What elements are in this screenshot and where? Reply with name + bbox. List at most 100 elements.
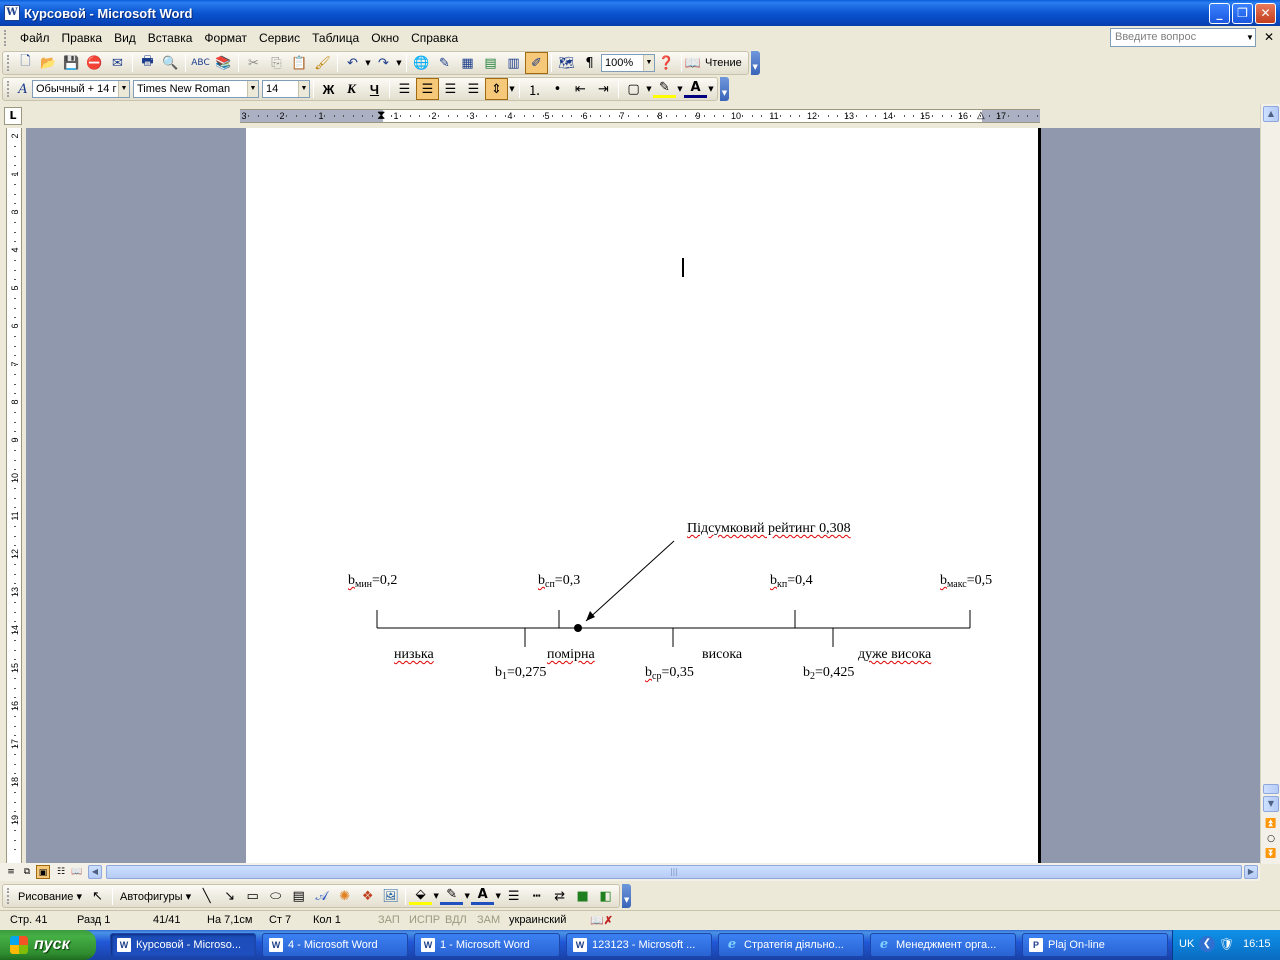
bold-button[interactable]: Ж <box>317 78 340 100</box>
highlight-icon[interactable]: ✎ <box>653 80 676 98</box>
taskbar-task[interactable]: e Менеджмент орга... <box>870 933 1016 957</box>
insert-table-icon[interactable]: ▦ <box>456 52 479 74</box>
align-right-icon[interactable]: ☰ <box>439 78 462 100</box>
font-size-dropdown-icon[interactable]: ▼ <box>298 81 309 97</box>
reading-button[interactable]: Чтение <box>701 57 746 69</box>
previous-page-icon[interactable]: ⏫ <box>1265 818 1277 830</box>
bullets-icon[interactable]: • <box>546 78 569 100</box>
zoom-dropdown-icon[interactable]: ▼ <box>643 55 654 71</box>
vertical-scrollbar[interactable]: ▲ ▼ ⏫ ○ ⏬ <box>1260 104 1280 864</box>
line-spacing-dropdown-icon[interactable]: ▼ <box>508 85 516 93</box>
decrease-indent-icon[interactable]: ⇤ <box>569 78 592 100</box>
status-extend[interactable]: ВДЛ <box>445 914 467 926</box>
status-record-macro[interactable]: ЗАП <box>378 914 400 926</box>
taskbar-task[interactable]: W 1 - Microsoft Word <box>414 933 560 957</box>
spelling-icon[interactable]: ABC <box>189 52 212 74</box>
line-color-dropdown-icon[interactable]: ▼ <box>463 892 471 900</box>
toolbar-grip[interactable] <box>7 888 11 904</box>
status-overtype[interactable]: ЗАМ <box>477 914 500 926</box>
tables-borders-icon[interactable]: ✎ <box>433 52 456 74</box>
tray-expand-icon[interactable]: ❮ <box>1199 936 1215 952</box>
ask-question-input[interactable]: Введите вопрос <box>1110 28 1256 47</box>
show-hide-icon[interactable]: ¶ <box>578 52 601 74</box>
horizontal-ruler[interactable]: 3 2 1 1 2 3 4 5 6 7 8 9 10 11 12 13 14 15 16 17 ⧗ △ <box>240 108 1040 123</box>
scroll-right-icon[interactable]: ▶ <box>1244 865 1258 879</box>
line-icon[interactable]: ╲ <box>195 885 218 907</box>
drawing-font-color-icon[interactable]: A <box>471 887 495 905</box>
paste-icon[interactable]: 📋 <box>288 52 311 74</box>
research-icon[interactable]: 📚 <box>212 52 235 74</box>
undo-icon[interactable]: ↶ <box>341 52 364 74</box>
copy-icon[interactable]: ⎘ <box>265 52 288 74</box>
document-close-icon[interactable]: ✕ <box>1262 30 1276 44</box>
permission-icon[interactable]: ⛔ <box>83 52 106 74</box>
scroll-down-icon[interactable]: ▼ <box>1263 796 1279 812</box>
toolbar-grip[interactable] <box>7 81 11 97</box>
taskbar-task[interactable]: W Курсовой - Microso... <box>110 933 256 957</box>
menu-grip[interactable] <box>4 30 8 46</box>
font-dropdown-icon[interactable]: ▼ <box>247 81 258 97</box>
font-color-dropdown-icon[interactable]: ▼ <box>707 85 715 93</box>
scroll-up-icon[interactable]: ▲ <box>1263 106 1279 122</box>
italic-button[interactable]: К <box>340 78 363 100</box>
outline-view-icon[interactable]: ☷ <box>54 865 68 879</box>
title-bar[interactable]: W Курсовой - Microsoft Word _ ❐ ✕ <box>0 0 1280 26</box>
line-spacing-icon[interactable]: ⇕ <box>485 78 508 100</box>
open-icon[interactable]: 📂 <box>37 52 60 74</box>
zoom-select[interactable]: 100% ▼ <box>601 54 655 72</box>
style-select[interactable]: Обычный + 14 г ▼ <box>32 80 130 98</box>
drawing-font-color-dropdown-icon[interactable]: ▼ <box>494 892 502 900</box>
ask-dropdown-arrow-icon[interactable]: ▼ <box>1244 29 1256 46</box>
font-size-select[interactable]: 14 ▼ <box>262 80 310 98</box>
menu-edit[interactable]: Правка <box>56 29 109 47</box>
underline-button[interactable]: Ч <box>363 78 386 100</box>
document-page[interactable]: Підсумковий рейтинг 0,308 bмин=0,2 bсп=0… <box>246 128 1041 863</box>
web-layout-icon[interactable]: ⧉ <box>20 865 34 879</box>
undo-dropdown-icon[interactable]: ▼ <box>364 59 372 67</box>
menu-format[interactable]: Формат <box>198 29 253 47</box>
fill-color-dropdown-icon[interactable]: ▼ <box>432 892 440 900</box>
taskbar-task[interactable]: e Стратегія діяльно... <box>718 933 864 957</box>
redo-icon[interactable]: ↷ <box>372 52 395 74</box>
normal-view-icon[interactable]: ≡ <box>4 865 18 879</box>
line-style-icon[interactable]: ☰ <box>502 885 525 907</box>
text-box-icon[interactable]: ▤ <box>287 885 310 907</box>
print-preview-icon[interactable]: 🔍 <box>159 52 182 74</box>
status-language[interactable]: украинский <box>509 914 566 926</box>
diagram-icon[interactable]: ✺ <box>333 885 356 907</box>
menu-table[interactable]: Таблица <box>306 29 365 47</box>
toolbar-options-icon[interactable]: ▼ <box>622 884 632 908</box>
taskbar-task[interactable]: W 4 - Microsoft Word <box>262 933 408 957</box>
toolbar-grip[interactable] <box>7 55 11 71</box>
line-color-icon[interactable]: ✎ <box>440 887 464 905</box>
clip-art-icon[interactable]: ❖ <box>356 885 379 907</box>
vertical-scroll-thumb[interactable] <box>1263 784 1279 794</box>
right-indent-icon[interactable]: △ <box>977 110 985 122</box>
language-indicator[interactable]: UK <box>1179 938 1194 950</box>
shadow-style-icon[interactable]: ■ <box>571 885 594 907</box>
email-icon[interactable]: ✉ <box>106 52 129 74</box>
autoshapes-menu-button[interactable]: Автофигуры ▾ <box>116 890 195 903</box>
horizontal-scroll-thumb[interactable]: ||| <box>106 865 1242 879</box>
dash-style-icon[interactable]: ┅ <box>525 885 548 907</box>
arrow-style-icon[interactable]: ⇄ <box>548 885 571 907</box>
print-layout-icon[interactable]: ▣ <box>36 865 50 879</box>
first-line-indent-icon[interactable]: ⧗ <box>377 108 385 122</box>
font-color-icon[interactable]: A <box>684 80 707 98</box>
wordart-icon[interactable]: 𝒜 <box>310 885 333 907</box>
highlight-dropdown-icon[interactable]: ▼ <box>676 85 684 93</box>
format-painter-icon[interactable]: 🖌 <box>311 52 334 74</box>
clock[interactable]: 16:15 <box>1243 938 1271 950</box>
menu-file[interactable]: Файл <box>14 29 56 47</box>
oval-icon[interactable]: ⬭ <box>264 885 287 907</box>
insert-excel-icon[interactable]: ▤ <box>479 52 502 74</box>
select-objects-icon[interactable]: ↖ <box>86 885 109 907</box>
print-icon[interactable]: 🖶 <box>136 52 159 74</box>
reading-layout-icon[interactable]: 📖 <box>685 52 701 74</box>
menu-insert[interactable]: Вставка <box>142 29 199 47</box>
font-select[interactable]: Times New Roman ▼ <box>133 80 259 98</box>
document-map-icon[interactable]: 🗺 <box>555 52 578 74</box>
drawing-toggle-icon[interactable]: ✐ <box>525 52 548 74</box>
toolbar-options-icon[interactable]: ▼ <box>720 77 729 101</box>
menu-help[interactable]: Справка <box>405 29 464 47</box>
